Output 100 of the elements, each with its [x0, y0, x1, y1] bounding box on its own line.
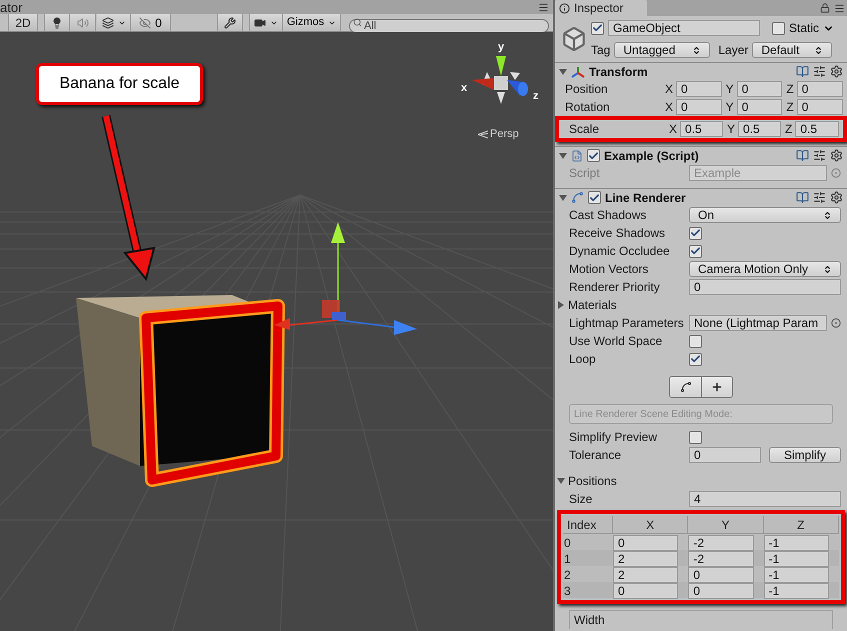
eye-off-icon — [139, 16, 152, 28]
index-cell-text: 0 — [563, 535, 572, 552]
foldout-triangle-icon[interactable] — [559, 68, 567, 76]
gizmos-dropdown[interactable]: Gizmos — [283, 14, 341, 31]
preset-sliders-icon[interactable] — [813, 149, 826, 162]
axis-label: Y — [727, 121, 736, 138]
position-field[interactable]: -2 — [688, 551, 754, 567]
value-field[interactable]: 0.5 — [738, 121, 781, 137]
property-label: Rotation — [565, 99, 611, 116]
checkbox[interactable] — [689, 430, 702, 444]
component-header[interactable]: Line Renderer — [555, 188, 847, 206]
property-label: Lightmap Parameters — [569, 315, 685, 332]
component-title: Transform — [589, 64, 649, 80]
position-field[interactable]: -1 — [764, 567, 829, 583]
position-field[interactable]: -2 — [688, 535, 754, 551]
value-field[interactable]: 0 — [796, 81, 844, 97]
value-field[interactable]: 0 — [689, 447, 761, 463]
panel-tab-title[interactable]: ator — [0, 0, 22, 14]
column-header[interactable]: Z — [764, 516, 839, 534]
name-field[interactable]: GameObject — [608, 20, 760, 36]
value-field[interactable]: 0 — [736, 99, 782, 115]
inspector-tab[interactable]: Inspector — [555, 0, 647, 16]
target-icon[interactable] — [831, 318, 841, 328]
value-field[interactable]: 0 — [736, 81, 782, 97]
value-field[interactable]: 0 — [676, 99, 722, 115]
position-field[interactable]: 0 — [613, 583, 678, 599]
info-icon — [559, 2, 570, 14]
column-header[interactable]: Index — [563, 516, 613, 534]
search-icon — [353, 18, 362, 27]
effects-dropdown[interactable] — [97, 14, 131, 31]
foldout-label[interactable]: Materials — [568, 296, 617, 314]
value-field[interactable]: 0 — [689, 279, 841, 295]
checkbox[interactable] — [689, 352, 702, 366]
curve-points-icon — [680, 381, 692, 393]
tools-toggle[interactable] — [217, 14, 243, 31]
column-header[interactable]: X — [613, 516, 688, 534]
checkbox[interactable] — [689, 226, 702, 240]
settings-icon[interactable] — [830, 149, 843, 162]
axis-label: X — [665, 99, 674, 116]
value-field[interactable]: 0.5 — [680, 121, 723, 137]
checkbox[interactable] — [689, 244, 702, 258]
audio-toggle[interactable] — [70, 14, 96, 31]
settings-icon[interactable] — [830, 65, 843, 78]
add-point-button[interactable] — [702, 377, 732, 397]
help-book-icon[interactable] — [796, 65, 809, 78]
position-field[interactable]: -1 — [764, 583, 829, 599]
menu-icon[interactable] — [834, 2, 845, 14]
position-field[interactable]: -1 — [764, 535, 829, 551]
menu-icon[interactable] — [538, 2, 549, 12]
checkbox[interactable] — [772, 22, 785, 34]
property-label: Size — [569, 491, 594, 508]
checkbox[interactable] — [689, 334, 702, 348]
static-label: Static — [789, 20, 820, 37]
mode-2d-toggle[interactable]: 2D — [8, 14, 38, 31]
simplify-button[interactable]: Simplify — [769, 447, 841, 463]
value-field[interactable]: 0 — [796, 99, 844, 115]
settings-icon[interactable] — [830, 191, 843, 204]
column-header[interactable]: Y — [688, 516, 764, 534]
axis-label: X — [669, 121, 678, 138]
projection-label[interactable]: Persp — [478, 126, 519, 142]
lock-icon[interactable] — [820, 3, 830, 13]
dropdown[interactable]: Camera Motion Only — [689, 261, 841, 277]
index-cell-text: 2 — [563, 567, 572, 584]
foldout-label[interactable]: Positions — [568, 472, 617, 490]
position-field[interactable]: 0 — [688, 583, 754, 599]
foldout-triangle-icon[interactable] — [557, 301, 565, 309]
dropdown[interactable]: On — [689, 207, 841, 223]
position-field[interactable]: 0 — [688, 567, 754, 583]
scene-viewport[interactable]: Banana for scale x y z Persp — [0, 32, 553, 631]
foldout-triangle-icon[interactable] — [557, 477, 565, 485]
position-field[interactable]: 2 — [613, 551, 678, 567]
wrench-icon — [224, 16, 236, 28]
speaker-icon — [76, 16, 88, 28]
property-label: Script — [569, 165, 601, 182]
position-field[interactable]: 0 — [613, 535, 678, 551]
help-book-icon[interactable] — [796, 191, 809, 204]
axis-label: X — [665, 81, 674, 98]
position-field[interactable]: -1 — [764, 551, 829, 567]
checkbox[interactable] — [591, 22, 604, 34]
lighting-toggle[interactable] — [44, 14, 70, 31]
value-field[interactable]: 0 — [676, 81, 722, 97]
camera-dropdown[interactable] — [249, 14, 283, 31]
foldout-triangle-icon[interactable] — [559, 194, 567, 202]
position-field[interactable]: 2 — [613, 567, 678, 583]
hidden-objects-toggle[interactable]: 0 — [131, 14, 171, 31]
dropdown[interactable]: Untagged — [614, 42, 710, 58]
preset-sliders-icon[interactable] — [813, 191, 826, 204]
help-book-icon[interactable] — [796, 149, 809, 162]
search-field[interactable]: All — [349, 18, 549, 32]
value-field[interactable]: 0.5 — [795, 121, 839, 137]
up-down-caret-icon — [823, 264, 832, 274]
dropdown[interactable]: Default — [752, 42, 832, 58]
checkbox[interactable] — [588, 191, 601, 204]
object-field[interactable]: None (Lightmap Param — [689, 315, 827, 331]
property-label: Renderer Priority — [569, 279, 661, 296]
edit-points-button[interactable] — [670, 377, 702, 397]
value-field[interactable]: 4 — [689, 491, 841, 507]
preset-sliders-icon[interactable] — [813, 65, 826, 78]
component-header[interactable]: Transform — [555, 62, 847, 80]
callout-label: Banana for scale — [36, 63, 203, 105]
